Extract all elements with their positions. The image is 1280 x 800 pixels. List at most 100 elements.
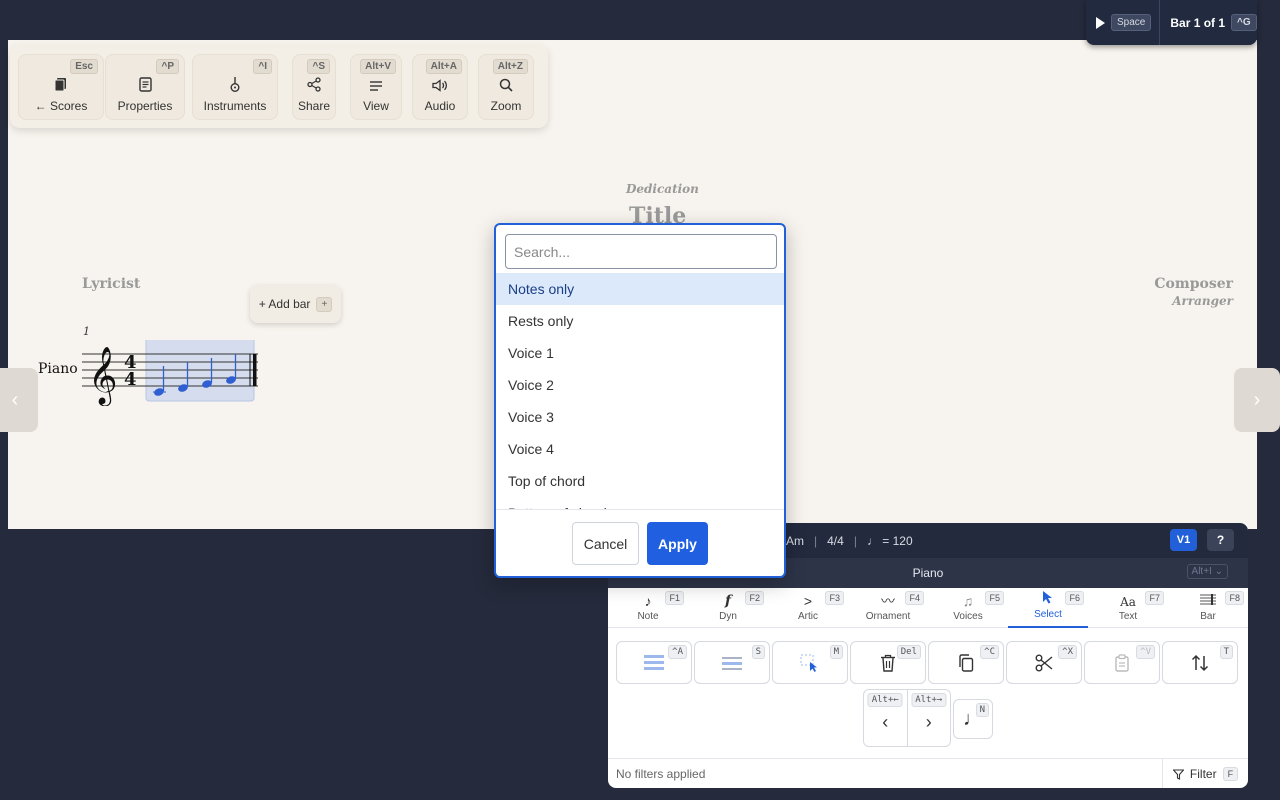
share-button[interactable]: ^S Share bbox=[292, 54, 336, 120]
tab-dynamics-label: Dyn bbox=[719, 611, 737, 622]
tab-bar-shortcut: F8 bbox=[1225, 591, 1244, 605]
tab-articulation[interactable]: F3 > Artic bbox=[768, 588, 848, 628]
swap-shortcut: T bbox=[1219, 645, 1233, 659]
share-label: Share bbox=[297, 99, 331, 113]
filter-status: No filters applied bbox=[616, 766, 706, 781]
add-bar-shortcut: + bbox=[316, 296, 333, 312]
clipboard-icon bbox=[1115, 653, 1129, 672]
tab-select-shortcut: F6 bbox=[1065, 591, 1084, 605]
zoom-button[interactable]: Alt+Z Zoom bbox=[478, 54, 534, 120]
select-staff-button[interactable]: S bbox=[694, 641, 770, 684]
time-signature-status[interactable]: 4/4 bbox=[827, 534, 844, 548]
note-input-button[interactable]: N ♩ bbox=[953, 699, 993, 739]
properties-button[interactable]: ^P Properties bbox=[105, 54, 185, 120]
copy-button[interactable]: ^C bbox=[928, 641, 1004, 684]
bar-indicator[interactable]: Bar 1 of 1 ^G bbox=[1160, 14, 1257, 31]
score-composer[interactable]: Composer bbox=[1154, 276, 1233, 292]
bar-number: 1 bbox=[83, 325, 90, 338]
select-all-button[interactable]: ^A bbox=[616, 641, 692, 684]
scores-icon bbox=[54, 77, 68, 95]
play-shortcut: Space bbox=[1111, 14, 1152, 31]
filter-option-voice-3[interactable]: Voice 3 bbox=[496, 401, 784, 433]
filter-option-voice-2[interactable]: Voice 2 bbox=[496, 369, 784, 401]
copy-shortcut: ^C bbox=[980, 645, 999, 659]
cancel-button[interactable]: Cancel bbox=[572, 522, 639, 565]
filter-search-input[interactable] bbox=[505, 234, 777, 269]
play-button[interactable]: Space bbox=[1086, 0, 1161, 45]
next-page-button[interactable]: › bbox=[1234, 368, 1280, 432]
previous-page-button[interactable]: ‹ bbox=[0, 368, 38, 432]
paste-button[interactable]: ^V bbox=[1084, 641, 1160, 684]
score-arranger[interactable]: Arranger bbox=[1172, 294, 1233, 308]
tab-note-label: Note bbox=[637, 611, 659, 622]
score-dedication[interactable]: Dedication bbox=[626, 182, 699, 196]
note-input-shortcut: N bbox=[975, 703, 989, 717]
instruments-label: Instruments bbox=[203, 99, 267, 113]
zoom-icon bbox=[499, 78, 513, 95]
tab-note[interactable]: F1 ♪ Note bbox=[608, 588, 688, 628]
selection-nav-group: Alt+← ‹ Alt+→ › bbox=[863, 689, 951, 747]
filter-option-notes-only[interactable]: Notes only bbox=[496, 273, 784, 305]
filter-option-top-of-chord[interactable]: Top of chord bbox=[496, 465, 784, 497]
filter-button[interactable]: Filter F bbox=[1162, 759, 1248, 788]
properties-shortcut: ^P bbox=[156, 59, 179, 74]
apply-button[interactable]: Apply bbox=[647, 522, 708, 565]
play-icon bbox=[1096, 16, 1105, 29]
delete-button[interactable]: Del bbox=[850, 641, 926, 684]
chevron-right-icon: › bbox=[925, 711, 932, 732]
tab-select[interactable]: F6 Select bbox=[1008, 588, 1088, 628]
view-button[interactable]: Alt+V View bbox=[350, 54, 402, 120]
zoom-shortcut: Alt+Z bbox=[492, 59, 528, 74]
tab-text[interactable]: F7 Aa Text bbox=[1088, 588, 1168, 628]
tab-dynamics[interactable]: F2 f Dyn bbox=[688, 588, 768, 628]
select-previous-shortcut: Alt+← bbox=[867, 693, 903, 707]
chevron-left-icon: ‹ bbox=[11, 388, 19, 411]
audio-button[interactable]: Alt+A Audio bbox=[412, 54, 468, 120]
add-bar-label: + Add bar bbox=[258, 297, 311, 311]
tab-ornament[interactable]: F4 〰 Ornament bbox=[848, 588, 928, 628]
marquee-select-icon bbox=[800, 654, 817, 672]
cut-button[interactable]: ^X bbox=[1006, 641, 1082, 684]
instruments-shortcut: ^I bbox=[253, 59, 272, 74]
tab-voices[interactable]: F5 ♫ Voices bbox=[928, 588, 1008, 628]
forte-icon: f bbox=[724, 593, 732, 609]
key-signature[interactable]: Am bbox=[786, 534, 804, 548]
select-previous-button[interactable]: Alt+← ‹ bbox=[864, 690, 908, 746]
filter-option-list[interactable]: Notes only Rests only Voice 1 Voice 2 Vo… bbox=[496, 273, 784, 509]
marquee-select-button[interactable]: M bbox=[772, 641, 848, 684]
filter-icon bbox=[1172, 768, 1184, 780]
swap-button[interactable]: T bbox=[1162, 641, 1238, 684]
cursor-icon bbox=[1042, 590, 1054, 606]
instruments-button[interactable]: ^I Instruments bbox=[192, 54, 278, 120]
main-toolbar: Esc ← Scores ^P Properties ^I Instrument… bbox=[10, 44, 548, 128]
svg-text:4: 4 bbox=[124, 369, 137, 390]
marquee-select-shortcut: M bbox=[829, 645, 843, 659]
share-icon bbox=[307, 77, 321, 95]
help-button[interactable]: ? bbox=[1207, 529, 1234, 551]
filter-option-rests-only[interactable]: Rests only bbox=[496, 305, 784, 337]
filter-option-bottom-of-chord[interactable]: Bottom of chord bbox=[496, 497, 784, 509]
chevron-left-icon: ‹ bbox=[882, 711, 889, 732]
score-lyricist[interactable]: Lyricist bbox=[82, 276, 140, 292]
trash-icon bbox=[881, 654, 895, 672]
voice-selector[interactable]: V1 bbox=[1170, 529, 1197, 551]
filter-option-voice-4[interactable]: Voice 4 bbox=[496, 433, 784, 465]
select-all-shortcut: ^A bbox=[668, 645, 687, 659]
view-icon bbox=[369, 80, 383, 95]
add-bar-button[interactable]: + Add bar + bbox=[250, 285, 341, 323]
music-staff[interactable]: 𝄞 4 4 bbox=[82, 340, 262, 406]
filter-label: Filter bbox=[1189, 767, 1217, 781]
accent-icon: > bbox=[803, 593, 813, 609]
tab-bar[interactable]: F8 Bar bbox=[1168, 588, 1248, 628]
tab-dynamics-shortcut: F2 bbox=[745, 591, 764, 605]
filter-bar: No filters applied Filter F bbox=[608, 758, 1248, 788]
view-shortcut: Alt+V bbox=[360, 59, 396, 74]
select-all-icon bbox=[644, 654, 664, 670]
scores-button[interactable]: Esc ← Scores bbox=[18, 54, 104, 120]
filter-option-voice-1[interactable]: Voice 1 bbox=[496, 337, 784, 369]
tempo[interactable]: ♩ = 120 bbox=[867, 534, 913, 548]
trill-icon: 〰 bbox=[881, 593, 895, 609]
chevron-right-icon: › bbox=[1253, 388, 1261, 411]
select-next-button[interactable]: Alt+→ › bbox=[908, 690, 951, 746]
tab-text-shortcut: F7 bbox=[1145, 591, 1164, 605]
